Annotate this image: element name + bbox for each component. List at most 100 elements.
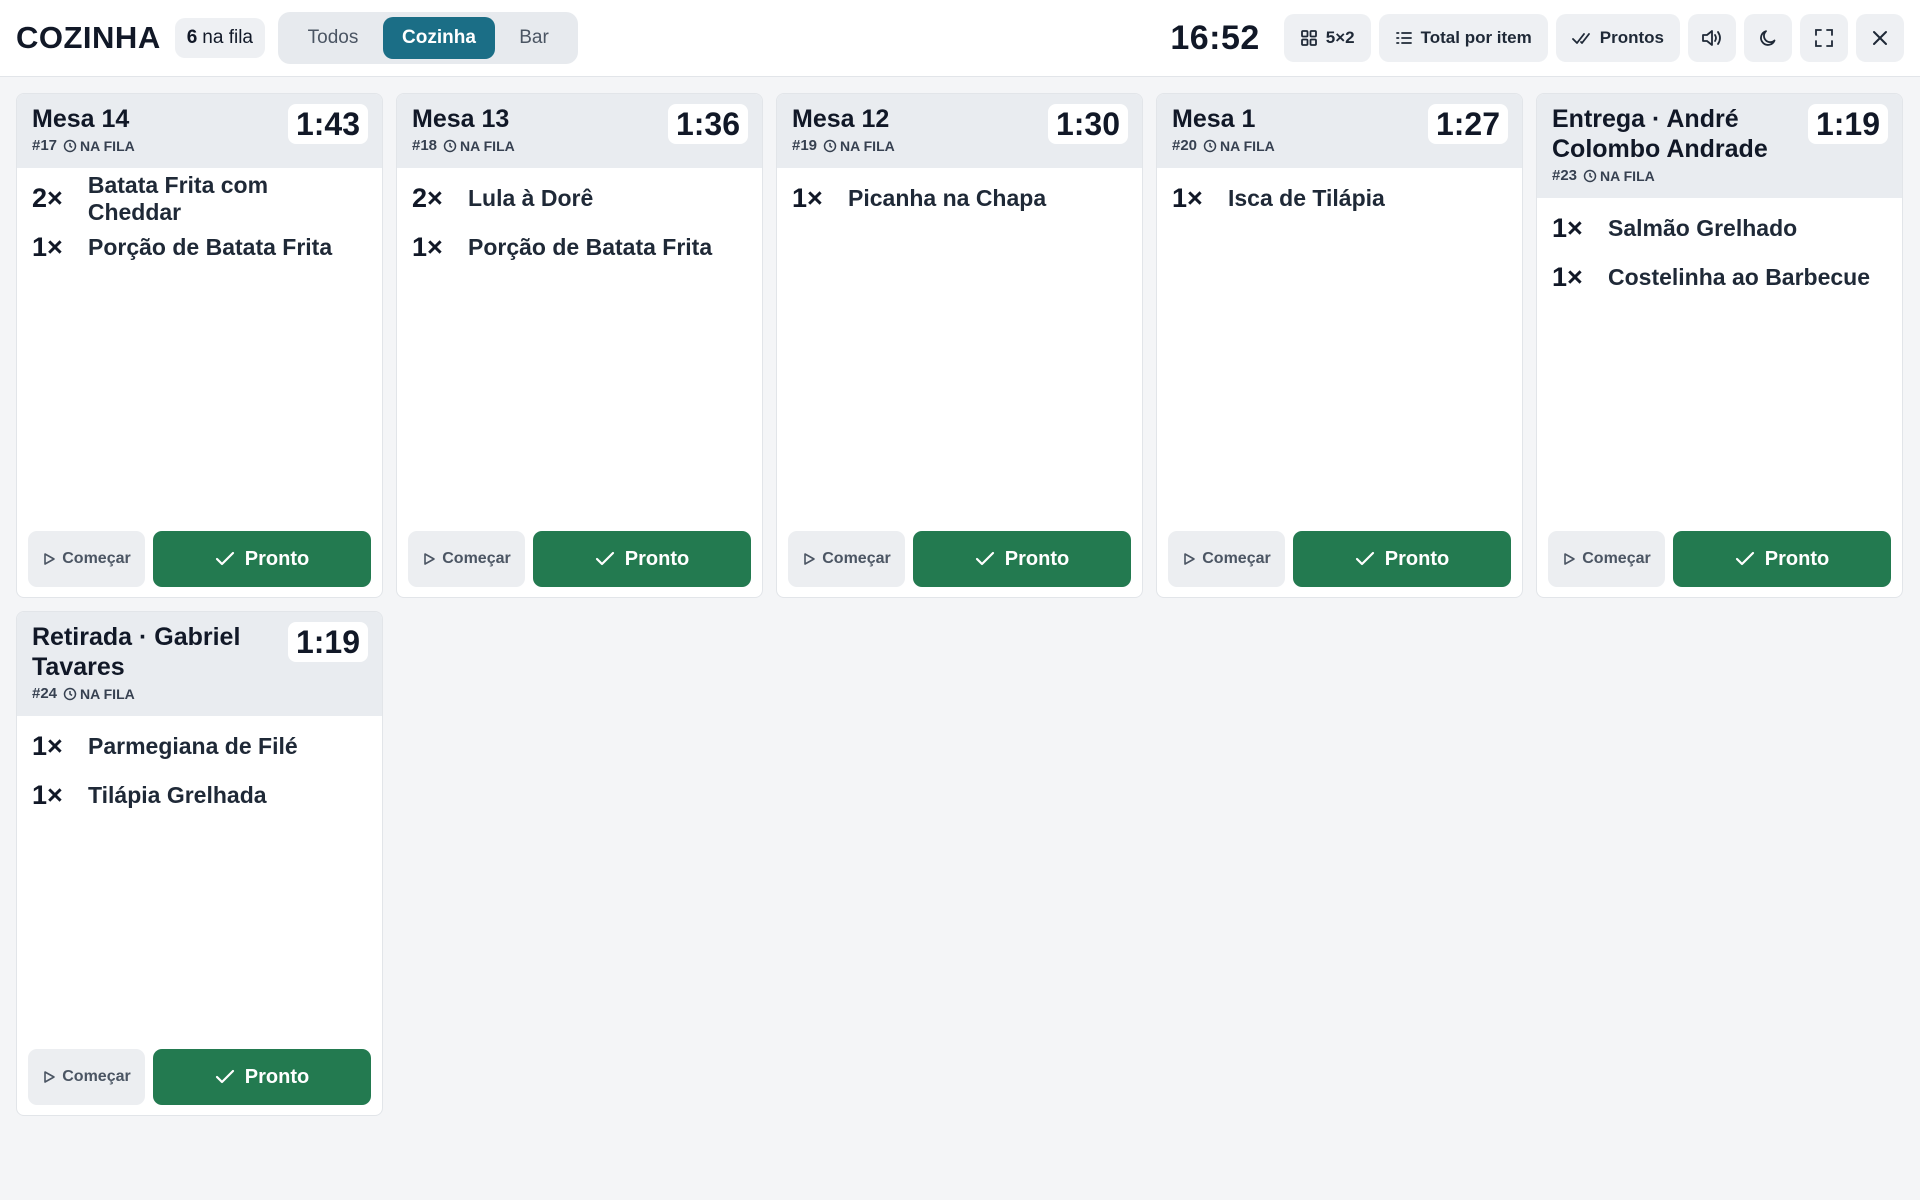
order-timer: 1:19 (287, 622, 368, 662)
play-icon (44, 1071, 56, 1083)
item-name: Picanha na Chapa (848, 185, 1047, 211)
fullscreen-icon (1815, 29, 1833, 47)
layout-label: 5×2 (1325, 28, 1355, 47)
order-item: 1× Isca de Tilápia (1172, 174, 1507, 223)
check-icon (215, 551, 234, 566)
ready-label: Pronto (1764, 547, 1830, 570)
item-name: Parmegiana de Filé (88, 733, 298, 759)
order-number: #20 (1172, 137, 1198, 154)
order-status-label: NA FILA (80, 685, 135, 702)
order-actions: Começar Pronto (788, 531, 1131, 587)
order-item: 1× Salmão Grelhado (1552, 204, 1887, 253)
totals-label: Total por item (1420, 28, 1532, 47)
clock-icon (443, 139, 457, 152)
order-timer: 1:36 (667, 104, 748, 144)
order-items: 2× Batata Frita com Cheddar 1× Porção de… (17, 168, 382, 272)
item-name: Isca de Tilápia (1228, 185, 1385, 211)
item-name: Porção de Batata Frita (88, 234, 333, 260)
station-title: COZINHA (16, 20, 161, 55)
moon-icon (1760, 30, 1776, 46)
ready-label: Pronto (244, 547, 310, 570)
check-icon (595, 551, 614, 566)
order-status: NA FILA (1203, 138, 1275, 154)
ready-label: Pronto (1004, 547, 1070, 570)
order-status-label: NA FILA (840, 137, 895, 154)
tab-bar[interactable]: Bar (495, 17, 573, 59)
start-label: Começar (442, 550, 511, 567)
order-status: NA FILA (1583, 168, 1655, 184)
clock-icon (63, 139, 77, 152)
start-button[interactable]: Começar (28, 531, 145, 587)
ready-button[interactable]: Pronto (1673, 531, 1891, 587)
order-number: #19 (792, 137, 818, 154)
order-number: #17 (32, 137, 58, 154)
start-button[interactable]: Começar (28, 1049, 145, 1105)
sound-button[interactable] (1688, 14, 1736, 62)
theme-toggle-button[interactable] (1744, 14, 1792, 62)
fullscreen-button[interactable] (1800, 14, 1848, 62)
start-button[interactable]: Começar (788, 531, 905, 587)
item-name: Costelinha ao Barbecue (1608, 264, 1871, 290)
station-filter-tabs: Todos Cozinha Bar (278, 12, 578, 64)
double-check-icon (1571, 33, 1590, 44)
order-status: NA FILA (63, 686, 135, 702)
ready-filter-button[interactable]: Prontos (1555, 14, 1680, 62)
layout-button[interactable]: 5×2 (1283, 14, 1371, 62)
list-icon (1395, 32, 1412, 44)
order-title: Retirada · Gabriel Tavares (32, 623, 241, 681)
item-name: Salmão Grelhado (1608, 215, 1798, 241)
ready-label: Pronto (624, 547, 690, 570)
order-number: #23 (1552, 167, 1578, 184)
clock-icon (63, 687, 77, 700)
order-header: Mesa 13 #18 NA FILA 1:36 (397, 94, 762, 168)
order-status: NA FILA (823, 138, 895, 154)
ready-button[interactable]: Pronto (533, 531, 751, 587)
ready-button[interactable]: Pronto (153, 531, 371, 587)
play-icon (424, 553, 436, 565)
order-item: 1× Tilápia Grelhada (32, 771, 367, 820)
speaker-icon (1702, 30, 1721, 46)
ready-filter-label: Prontos (1599, 28, 1664, 47)
item-name: Porção de Batata Frita (468, 234, 713, 260)
start-button[interactable]: Começar (1548, 531, 1665, 587)
item-quantity: 2× (412, 183, 443, 213)
order-meta: #23 NA FILA (1552, 167, 1887, 184)
order-title: Mesa 14 (32, 105, 130, 133)
tab-todos[interactable]: Todos (283, 17, 383, 59)
order-card: Mesa 12 #19 NA FILA 1:30 1× Picanha na C… (776, 93, 1143, 598)
order-item: 1× Picanha na Chapa (792, 174, 1127, 223)
order-actions: Começar Pronto (28, 1049, 371, 1105)
order-actions: Começar Pronto (1168, 531, 1511, 587)
grid-icon (1300, 30, 1317, 46)
order-item: 2× Lula à Dorê (412, 174, 747, 223)
order-card: Mesa 1 #20 NA FILA 1:27 1× Isca de Tiláp… (1156, 93, 1523, 598)
start-button[interactable]: Começar (1168, 531, 1285, 587)
ready-label: Pronto (1384, 547, 1450, 570)
check-icon (975, 551, 994, 566)
totals-button[interactable]: Total por item (1378, 14, 1548, 62)
clock-icon (823, 139, 837, 152)
play-icon (1184, 553, 1196, 565)
start-button[interactable]: Começar (408, 531, 525, 587)
ready-button[interactable]: Pronto (913, 531, 1131, 587)
order-item: 1× Costelinha ao Barbecue (1552, 253, 1887, 302)
order-timer: 1:43 (287, 104, 368, 144)
ready-button[interactable]: Pronto (153, 1049, 371, 1105)
order-status: NA FILA (443, 138, 515, 154)
order-meta: #24 NA FILA (32, 685, 367, 702)
order-timer: 1:30 (1047, 104, 1128, 144)
order-status-label: NA FILA (1220, 137, 1275, 154)
start-label: Começar (822, 550, 891, 567)
order-item: 2× Batata Frita com Cheddar (32, 172, 367, 225)
order-number: #24 (32, 685, 58, 702)
close-button[interactable] (1856, 14, 1904, 62)
tab-cozinha[interactable]: Cozinha (383, 17, 495, 59)
order-items: 1× Isca de Tilápia (1157, 168, 1522, 223)
order-actions: Começar Pronto (1548, 531, 1891, 587)
item-quantity: 1× (412, 232, 443, 262)
item-quantity: 1× (792, 183, 823, 213)
queue-count-badge: 6 na fila (174, 18, 265, 58)
start-label: Começar (62, 1068, 131, 1085)
order-items: 1× Picanha na Chapa (777, 168, 1142, 223)
ready-button[interactable]: Pronto (1293, 531, 1511, 587)
